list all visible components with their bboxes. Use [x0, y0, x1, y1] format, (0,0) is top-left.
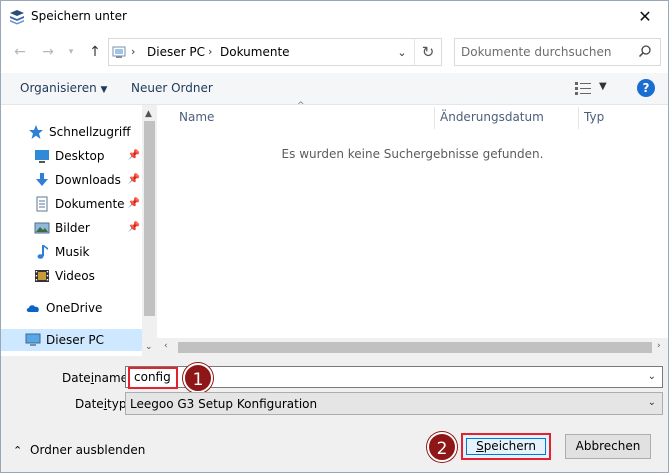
chevron-down-icon[interactable]: ⌄ — [648, 371, 656, 382]
hide-folders-label: Ordner ausblenden — [30, 443, 146, 457]
help-button[interactable]: ? — [637, 79, 655, 97]
organize-label: Organisieren — [20, 81, 97, 95]
sort-indicator-icon: ^ — [297, 101, 305, 111]
sidebar-item-quick-access[interactable]: Schnellzugriff — [1, 121, 142, 143]
close-icon: ✕ — [638, 7, 652, 26]
sidebar-item-label: Musik — [55, 245, 90, 259]
view-options-dropdown[interactable]: ▼ — [599, 81, 607, 92]
label-text: Date — [75, 397, 104, 411]
star-icon — [29, 125, 43, 139]
focus-ring — [466, 438, 546, 455]
column-header-modified[interactable]: Änderungsdatum — [440, 110, 544, 124]
horizontal-scrollbar[interactable]: ‹ › — [157, 338, 668, 356]
close-button[interactable]: ✕ — [622, 1, 668, 32]
sidebar-item-music[interactable]: Musik — [1, 241, 142, 263]
sidebar-item-videos[interactable]: Videos — [1, 265, 142, 287]
filetype-label: Dateityp: — [75, 397, 131, 411]
search-placeholder: Dokumente durchsuchen — [461, 45, 612, 59]
sidebar-item-this-pc[interactable]: Dieser PC — [1, 329, 142, 351]
forward-button[interactable]: → — [37, 41, 59, 63]
filename-input[interactable]: config — [128, 367, 178, 389]
cloud-icon — [26, 305, 39, 312]
details-view-icon[interactable] — [574, 81, 592, 95]
step-1-badge: 1 — [183, 363, 213, 393]
step-2-badge: 2 — [427, 432, 457, 462]
navigation-pane: Schnellzugriff Desktop 📌 Downloads 📌 Dok… — [1, 105, 157, 356]
stack-icon — [10, 10, 24, 25]
scroll-down-icon[interactable]: ⌄ — [145, 342, 153, 352]
sidebar-item-label: Desktop — [55, 149, 105, 163]
refresh-button[interactable]: ↻ — [414, 39, 441, 65]
music-icon — [37, 245, 48, 259]
back-button[interactable]: ← — [9, 41, 31, 63]
sidebar-scrollbar[interactable]: ▲ ⌄ — [142, 105, 157, 356]
refresh-icon: ↻ — [421, 43, 435, 61]
filename-label: Dateiname: — [62, 371, 132, 385]
hide-folders-toggle[interactable]: ⌃ Ordner ausblenden — [13, 443, 145, 457]
window-title: Speichern unter — [31, 9, 127, 23]
desktop-icon — [35, 150, 49, 163]
filetype-select[interactable]: Leegoo G3 Setup Konfiguration ⌄ — [125, 392, 663, 415]
breadcrumb-separator: › — [131, 45, 136, 58]
back-arrow-icon: ← — [14, 44, 26, 60]
caret-down-icon: ▼ — [100, 85, 108, 95]
save-as-dialog: Speichern unter ✕ ← → ▾ ↑ › Dieser PC › … — [0, 0, 669, 473]
save-button[interactable]: Speichern — [461, 433, 551, 460]
sidebar-item-pictures[interactable]: Bilder 📌 — [1, 217, 142, 239]
pin-icon: 📌 — [127, 222, 140, 233]
download-icon — [36, 173, 48, 186]
breadcrumb-this-pc[interactable]: Dieser PC — [147, 45, 205, 59]
sidebar-item-label: OneDrive — [46, 301, 103, 315]
scrollbar-thumb[interactable] — [144, 121, 155, 316]
filetype-value: Leegoo G3 Setup Konfiguration — [130, 397, 318, 411]
search-input[interactable]: Dokumente durchsuchen — [454, 38, 661, 66]
sidebar-item-label: Dokumente — [55, 197, 125, 211]
chevron-down-icon: ▾ — [68, 47, 74, 57]
pin-icon: 📌 — [127, 198, 140, 209]
breadcrumb-documents[interactable]: Dokumente — [220, 45, 290, 59]
scroll-up-icon[interactable]: ▲ — [145, 109, 152, 119]
forward-arrow-icon: → — [42, 44, 54, 60]
sidebar-item-label: Videos — [55, 269, 95, 283]
pin-icon: 📌 — [127, 174, 140, 185]
label-text: Date — [62, 371, 91, 385]
sidebar-item-label: Downloads — [55, 173, 121, 187]
chevron-down-icon: ⌄ — [647, 397, 656, 408]
document-location-icon — [112, 46, 126, 58]
column-divider[interactable] — [578, 107, 579, 129]
scrollbar-thumb[interactable] — [178, 342, 652, 353]
organize-menu[interactable]: Organisieren ▼ — [20, 81, 107, 95]
column-header-name[interactable]: Name — [179, 110, 214, 124]
computer-icon — [25, 333, 41, 346]
pictures-icon — [34, 222, 50, 234]
sidebar-item-onedrive[interactable]: OneDrive — [1, 297, 142, 319]
document-icon — [36, 196, 48, 212]
column-header-type[interactable]: Typ — [584, 110, 604, 124]
empty-message: Es wurden keine Suchergebnisse gefunden. — [281, 147, 544, 161]
sidebar-item-label: Dieser PC — [46, 333, 104, 347]
recent-locations-button[interactable]: ▾ — [60, 41, 82, 63]
sidebar-item-label: Bilder — [55, 221, 90, 235]
search-icon — [638, 45, 651, 58]
video-icon — [35, 270, 49, 282]
scroll-right-icon[interactable]: › — [657, 341, 661, 351]
scroll-left-icon[interactable]: ‹ — [164, 341, 168, 351]
file-list: ^ Name Änderungsdatum Typ Es wurden kein… — [157, 101, 668, 356]
pin-icon: 📌 — [127, 150, 140, 161]
breadcrumb-separator: › — [208, 45, 213, 58]
sidebar-item-desktop[interactable]: Desktop 📌 — [1, 145, 142, 167]
chevron-down-icon: ⌄ — [397, 45, 407, 59]
up-arrow-icon: ↑ — [89, 44, 101, 60]
sidebar-item-label: Schnellzugriff — [49, 125, 131, 139]
new-folder-button[interactable]: Neuer Ordner — [131, 81, 213, 95]
sidebar-item-downloads[interactable]: Downloads 📌 — [1, 169, 142, 191]
cancel-button[interactable]: Abbrechen — [565, 434, 651, 459]
address-dropdown-button[interactable]: ⌄ — [392, 39, 412, 65]
title-bar: Speichern unter ✕ — [1, 1, 668, 32]
column-divider[interactable] — [434, 107, 435, 129]
chevron-up-icon: ⌃ — [13, 444, 23, 457]
sidebar-item-documents[interactable]: Dokumente 📌 — [1, 193, 142, 215]
up-button[interactable]: ↑ — [84, 41, 106, 63]
command-toolbar: Organisieren ▼ Neuer Ordner ▼ ? — [1, 73, 668, 105]
